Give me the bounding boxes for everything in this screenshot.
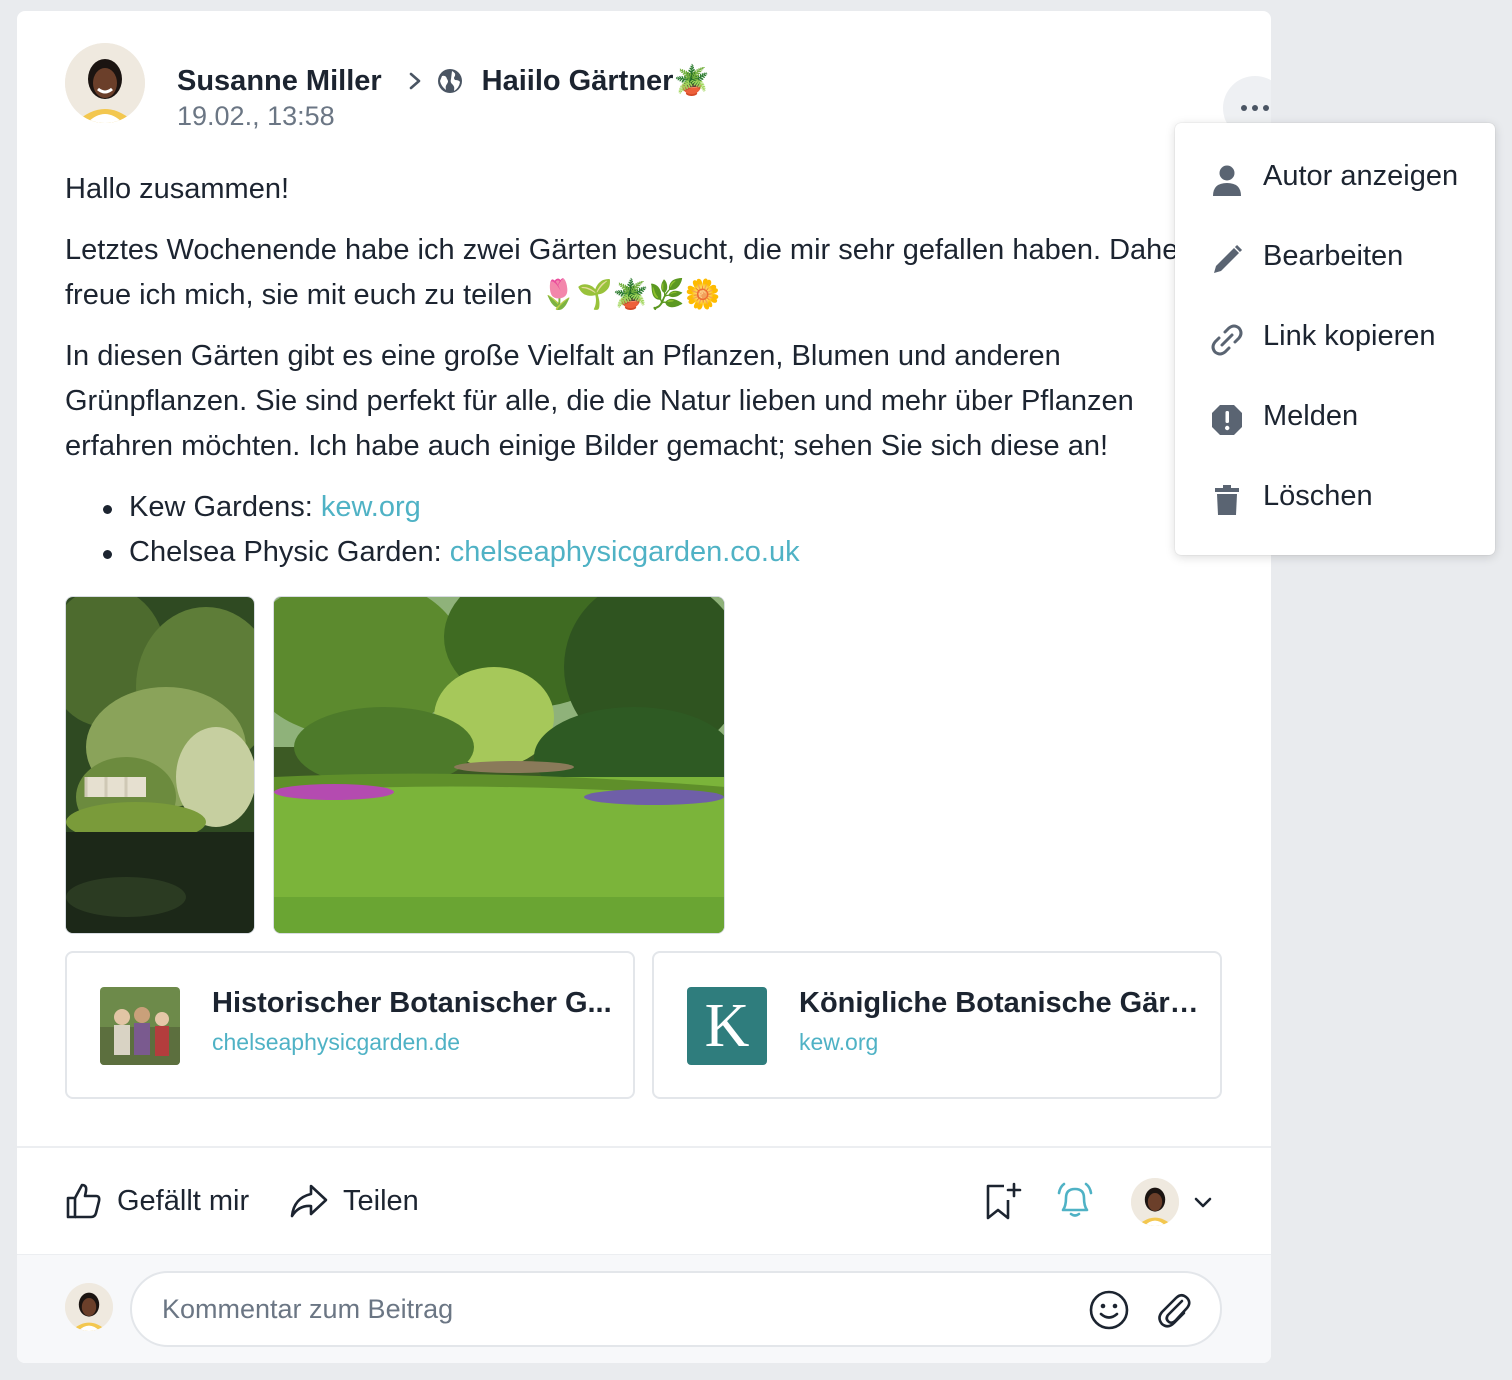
paragraph-2: In diesen Gärten gibt es eine große Viel… xyxy=(65,340,1134,462)
pencil-icon xyxy=(1214,244,1243,273)
post-card: Susanne Miller Haiilo Gärtner🪴 19.02., 1… xyxy=(17,11,1271,1363)
follow-button[interactable] xyxy=(1051,1177,1099,1225)
comment-input-wrapper xyxy=(130,1271,1222,1347)
chevron-down-icon[interactable] xyxy=(1191,1191,1215,1215)
paperclip-icon[interactable] xyxy=(1152,1289,1194,1331)
link-preview-title: Historischer Botanischer G... xyxy=(212,987,612,1019)
garden-photo-1[interactable] xyxy=(65,596,255,934)
report-icon xyxy=(1212,405,1242,435)
garden-list: Kew Gardens: kew.org Chelsea Physic Gard… xyxy=(81,485,1175,575)
emoji-icon[interactable] xyxy=(1088,1289,1130,1331)
greeting: Hallo zusammen! xyxy=(65,173,290,205)
bell-icon xyxy=(1057,1182,1093,1217)
menu-item-show-author[interactable]: Autor anzeigen xyxy=(1175,140,1495,220)
post-header: Susanne Miller Haiilo Gärtner🪴 19.02., 1… xyxy=(65,43,1271,140)
link-preview-url: chelseaphysicgarden.de xyxy=(212,1029,461,1055)
link-preview-thumbnail xyxy=(100,987,180,1065)
link-icon xyxy=(1211,324,1243,356)
menu-item-label: Link kopieren xyxy=(1263,320,1436,352)
chevron-right-icon xyxy=(409,72,420,90)
author-name[interactable]: Susanne Miller xyxy=(177,65,382,98)
menu-item-edit[interactable]: Bearbeiten xyxy=(1175,220,1495,300)
share-button[interactable]: Teilen xyxy=(289,1181,419,1221)
kew-link[interactable]: kew.org xyxy=(321,491,421,523)
like-label: Gefällt mir xyxy=(117,1184,250,1217)
trash-icon xyxy=(1215,485,1239,515)
user-avatar xyxy=(65,1283,113,1331)
like-button[interactable]: Gefällt mir xyxy=(65,1181,249,1221)
share-label: Teilen xyxy=(343,1184,419,1217)
target-community-name[interactable]: Haiilo Gärtner🪴 xyxy=(482,64,710,98)
thumbs-up-icon xyxy=(66,1183,101,1219)
person-icon xyxy=(1213,165,1241,196)
divider xyxy=(17,1146,1271,1148)
menu-item-report[interactable]: Melden xyxy=(1175,380,1495,460)
post-options-menu: Autor anzeigen Bearbeiten Link kopieren … xyxy=(1175,123,1495,555)
bookmark-add-icon xyxy=(986,1182,1022,1220)
globe-icon xyxy=(437,69,462,93)
menu-item-label: Bearbeiten xyxy=(1263,240,1404,272)
comment-area xyxy=(17,1254,1271,1363)
menu-item-label: Autor anzeigen xyxy=(1263,160,1459,192)
list-item: Kew Gardens: kew.org xyxy=(81,485,1175,530)
menu-item-label: Melden xyxy=(1263,400,1359,432)
post-timestamp[interactable]: 19.02., 13:58 xyxy=(177,101,335,132)
author-avatar[interactable] xyxy=(65,43,145,123)
post-body: Hallo zusammen! Letztes Wochenende habe … xyxy=(65,167,1189,575)
paragraph-1: Letztes Wochenende habe ich zwei Gärten … xyxy=(65,234,1189,311)
kew-logo: K xyxy=(687,987,767,1065)
post-actions: Gefällt mir Teilen xyxy=(65,1171,1231,1233)
author-select-avatar[interactable] xyxy=(1131,1178,1179,1226)
garden-photo-2[interactable] xyxy=(273,596,725,934)
link-preview-title: Königliche Botanische Gärt... xyxy=(799,987,1199,1019)
menu-item-label: Löschen xyxy=(1263,480,1373,512)
link-preview-kew[interactable]: K Königliche Botanische Gärt... kew.org xyxy=(652,951,1222,1099)
more-icon xyxy=(1241,105,1247,111)
chelsea-link[interactable]: chelseaphysicgarden.co.uk xyxy=(450,536,800,568)
bookmark-button[interactable] xyxy=(979,1177,1027,1225)
menu-item-copy-link[interactable]: Link kopieren xyxy=(1175,300,1495,380)
link-preview-url: kew.org xyxy=(799,1029,879,1055)
share-icon xyxy=(290,1184,328,1218)
link-preview-chelsea[interactable]: Historischer Botanischer G... chelseaphy… xyxy=(65,951,635,1099)
list-item: Chelsea Physic Garden: chelseaphysicgard… xyxy=(81,530,1175,575)
comment-input[interactable] xyxy=(162,1289,1042,1329)
menu-item-delete[interactable]: Löschen xyxy=(1175,460,1495,540)
